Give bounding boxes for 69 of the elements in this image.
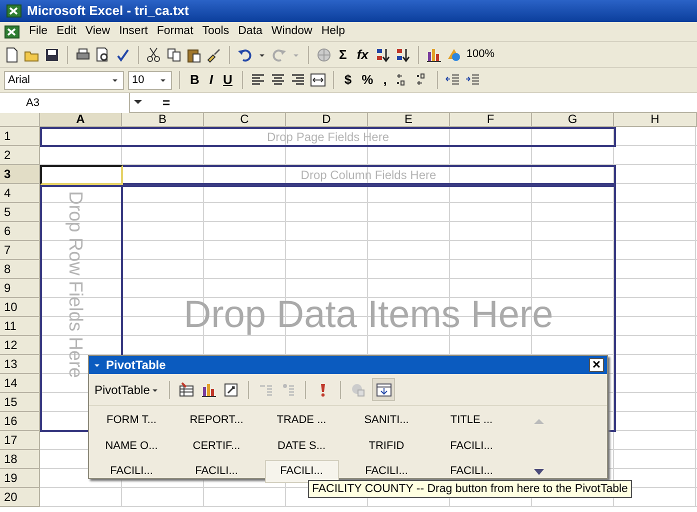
menu-item[interactable]: View [85,22,110,40]
drop-zone-label: Drop Row Fields Here [64,191,86,378]
menu-item[interactable]: Tools [202,22,230,40]
row-header[interactable]: 1 [0,127,40,146]
row-header[interactable]: 20 [0,488,40,507]
column-header[interactable]: G [532,113,614,127]
row-header[interactable]: 14 [0,374,40,393]
row-header[interactable]: 2 [0,146,40,165]
column-header[interactable]: B [122,113,204,127]
row-header[interactable]: 11 [0,317,40,336]
row-header[interactable]: 13 [0,355,40,374]
row-header[interactable]: 8 [0,260,40,279]
column-header[interactable]: F [450,113,532,127]
menu-item[interactable]: Help [321,22,345,40]
column-header[interactable]: D [286,113,368,127]
row-header[interactable]: 5 [0,203,40,222]
window-title: Microsoft Excel - tri_ca.txt [27,2,189,20]
row-header[interactable]: 3 [0,165,40,184]
tooltip: FACILITY COUNTY -- Drag button from here to the PivotTable [308,480,632,498]
italic-button[interactable]: I [206,70,216,90]
column-header[interactable]: A [40,113,122,127]
column-header[interactable]: H [614,113,697,127]
row-header[interactable]: 16 [0,412,40,431]
field-button[interactable]: FORM T... [94,408,168,432]
bold-button[interactable]: B [187,70,202,90]
field-button[interactable]: FACILI... [264,460,338,484]
field-button[interactable]: FACILI... [180,460,254,484]
percent-button[interactable]: % [358,70,376,90]
field-button[interactable]: CERTIF... [180,434,254,458]
function-button[interactable]: fx [354,44,372,64]
underline-button[interactable]: U [220,70,236,90]
field-button[interactable]: TRADE ... [264,408,338,432]
row-header[interactable]: 9 [0,279,40,298]
autosum-button[interactable]: Σ [336,44,350,64]
menu-item[interactable]: Data [238,22,262,40]
font-combo[interactable]: Arial [4,70,124,90]
menu-item[interactable]: Window [271,22,312,40]
name-box[interactable]: A3 [0,93,130,113]
zoom-box[interactable]: 100% [466,46,495,63]
row-header[interactable]: 18 [0,450,40,469]
field-button[interactable]: FACILI... [94,460,168,484]
menu-item[interactable]: Format [156,22,194,40]
pivot-toolbar-title: PivotTable [106,357,167,374]
menu-item[interactable]: Edit [56,22,76,40]
row-header[interactable]: 19 [0,469,40,488]
row-header[interactable]: 6 [0,222,40,241]
field-button[interactable]: REPORT... [180,408,254,432]
close-button[interactable]: × [589,358,604,372]
field-button[interactable]: NAME O... [94,434,168,458]
row-header[interactable]: 7 [0,241,40,260]
row-header[interactable]: 10 [0,298,40,317]
menu-item[interactable]: Insert [119,22,148,40]
formula-equals[interactable]: = [162,93,170,112]
menu-item[interactable]: File [29,22,48,40]
currency-button[interactable]: $ [341,70,355,90]
row-header[interactable]: 12 [0,336,40,355]
font-size-combo[interactable]: 10 [128,70,172,90]
row-header[interactable]: 4 [0,184,40,203]
pivot-table-menu[interactable]: PivotTable [94,380,160,398]
comma-button[interactable]: , [380,70,390,90]
field-button[interactable]: FACILI... [434,434,508,458]
field-button[interactable]: SANITI... [350,408,424,432]
field-button[interactable]: TITLE ... [434,408,508,432]
column-header[interactable]: E [368,113,450,127]
row-header[interactable]: 15 [0,393,40,412]
column-header[interactable]: C [204,113,286,127]
field-button[interactable]: DATE S... [264,434,338,458]
field-button[interactable]: TRIFID [350,434,424,458]
row-header[interactable]: 17 [0,431,40,450]
